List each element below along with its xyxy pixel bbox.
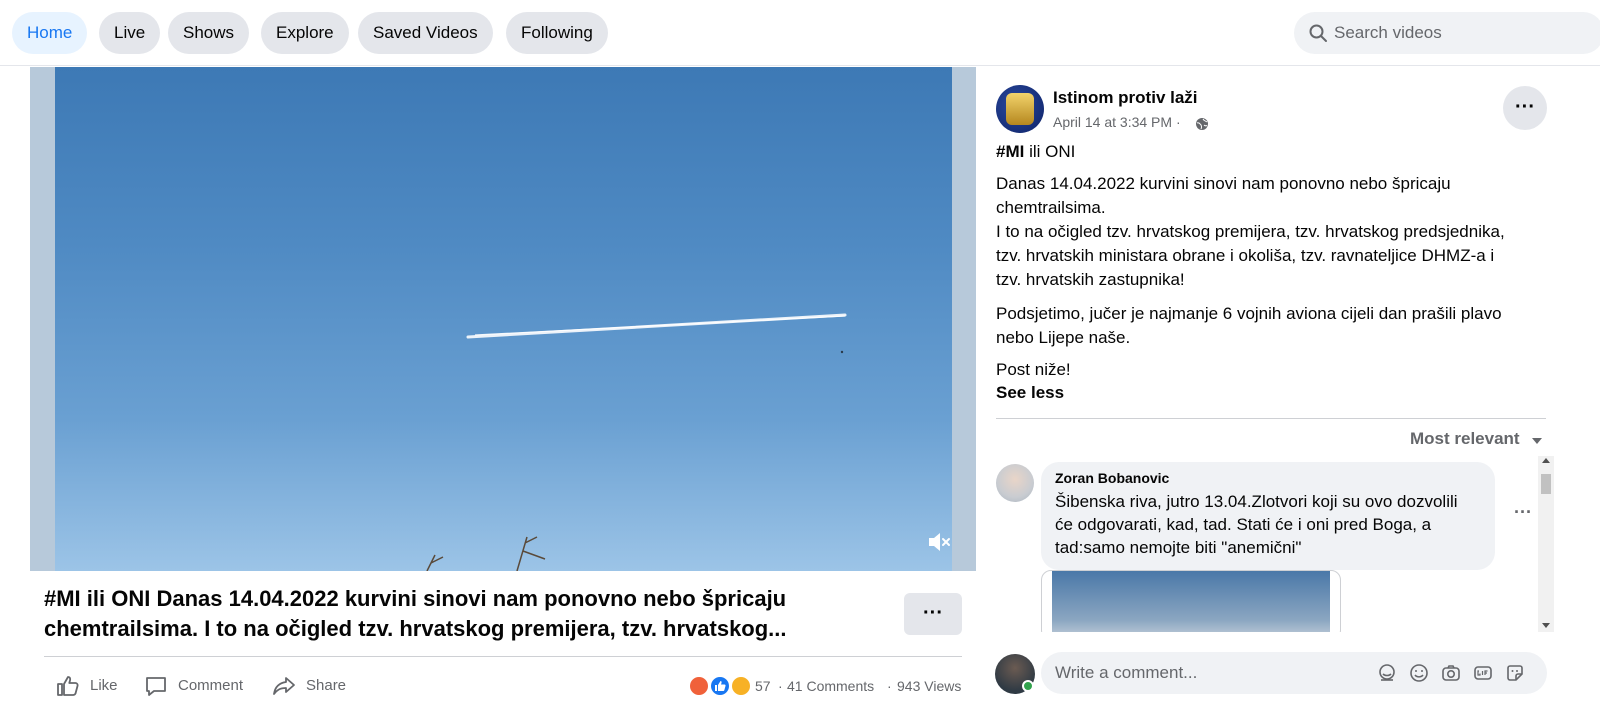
post-text-line: tzv. hrvatskih ministara obrane i okoliš… xyxy=(996,246,1495,265)
video-more-button[interactable]: ··· xyxy=(904,593,962,635)
like-label: Like xyxy=(90,677,118,694)
comment-text-line: tad:samo nemojte biti "anemični" xyxy=(1055,538,1302,557)
video-player[interactable] xyxy=(30,67,976,571)
divider xyxy=(996,418,1546,419)
page-avatar[interactable] xyxy=(996,85,1044,133)
comment-bubble: Zoran Bobanovic Šibenska riva, jutro 13.… xyxy=(1041,462,1495,570)
avatar[interactable] xyxy=(996,464,1034,502)
views-count: 943 Views xyxy=(897,678,962,694)
post-text-line: Danas 14.04.2022 kurvini sinovi nam pono… xyxy=(996,174,1451,193)
post-paragraph-3: Post niže! xyxy=(996,360,1071,379)
see-less-link[interactable]: See less xyxy=(996,381,1064,405)
video-title-line-1: #MI ili ONI Danas 14.04.2022 kurvini sin… xyxy=(44,586,787,611)
search-placeholder: Search videos xyxy=(1334,23,1442,42)
comments-scrollbar[interactable] xyxy=(1538,456,1554,632)
tab-following[interactable]: Following xyxy=(506,12,608,54)
scroll-down-arrow-icon[interactable] xyxy=(1542,623,1550,628)
share-icon xyxy=(273,677,295,695)
globe-icon xyxy=(1196,118,1208,130)
post-text-line: tzv. hrvatskih zastupnika! xyxy=(996,270,1185,289)
comment-photo xyxy=(1052,571,1330,632)
like-reaction-thumb xyxy=(715,681,726,691)
page-name[interactable]: Istinom protiv laži xyxy=(1053,88,1198,108)
video-title: #MI ili ONI Danas 14.04.2022 kurvini sin… xyxy=(44,584,864,644)
tab-explore[interactable]: Explore xyxy=(261,12,349,54)
reactions-count[interactable]: 57 xyxy=(755,671,771,701)
post-paragraph-1: Danas 14.04.2022 kurvini sinovi nam pono… xyxy=(996,172,1556,292)
online-status-dot xyxy=(1022,680,1034,692)
comment-image[interactable] xyxy=(1041,570,1341,632)
post-more-button[interactable]: ··· xyxy=(1503,86,1547,130)
scroll-thumb[interactable] xyxy=(1541,474,1551,494)
comment-text: Šibenska riva, jutro 13.04.Zlotvori koji… xyxy=(1055,490,1485,559)
comments-list[interactable]: Zoran Bobanovic Šibenska riva, jutro 13.… xyxy=(994,456,1560,632)
video-frame[interactable] xyxy=(55,67,952,571)
post-timestamp[interactable]: April 14 at 3:34 PM · xyxy=(1053,114,1181,130)
hashtag-rest: ili ONI xyxy=(1024,142,1076,161)
comment-icon xyxy=(146,677,166,696)
stats-separator: · xyxy=(887,678,892,694)
emoji-icon[interactable] xyxy=(1409,663,1429,683)
avatar-sticker-icon[interactable] xyxy=(1377,663,1397,683)
post-text-line: I to na očigled tzv. hrvatskog premijera… xyxy=(996,222,1505,241)
share-label: Share xyxy=(306,677,347,694)
tab-shows[interactable]: Shows xyxy=(168,12,250,54)
comment-text-line: Šibenska riva, jutro 13.04.Zlotvori koji… xyxy=(1055,492,1458,511)
like-reaction-icon xyxy=(709,675,731,697)
scroll-up-arrow-icon[interactable] xyxy=(1542,458,1550,463)
sad-reaction-icon xyxy=(730,675,752,697)
search-icon xyxy=(1309,24,1327,42)
camera-icon[interactable] xyxy=(1441,663,1461,683)
sticker-icon[interactable] xyxy=(1505,663,1525,683)
tab-saved-videos[interactable]: Saved Videos xyxy=(358,12,493,54)
angry-reaction-icon xyxy=(688,675,710,697)
chevron-down-icon[interactable] xyxy=(1531,436,1543,446)
write-comment-input[interactable]: Write a comment... xyxy=(1041,652,1547,694)
gif-icon[interactable] xyxy=(1473,663,1493,683)
post-hashtag-line: #MI ili ONI xyxy=(996,140,1556,164)
tab-home[interactable]: Home xyxy=(12,12,88,54)
divider xyxy=(44,656,962,657)
sky-contrail-scene xyxy=(426,313,847,571)
post-paragraph-2: Podsjetimo, jučer je najmanje 6 vojnih a… xyxy=(996,302,1556,350)
comment-placeholder: Write a comment... xyxy=(1055,663,1198,682)
search-videos-input[interactable]: Search videos xyxy=(1294,12,1600,54)
thumbs-up-icon xyxy=(57,676,79,696)
comment-label: Comment xyxy=(178,677,244,694)
tab-live[interactable]: Live xyxy=(99,12,161,54)
comment-author[interactable]: Zoran Bobanovic xyxy=(1055,470,1169,486)
hashtag-link[interactable]: #MI xyxy=(996,142,1024,161)
mute-icon[interactable] xyxy=(926,529,952,555)
comment-sort-dropdown[interactable]: Most relevant xyxy=(1410,429,1520,449)
comment-more-button[interactable]: ··· xyxy=(1514,502,1532,523)
page-logo xyxy=(1006,93,1034,125)
stats-separator: · xyxy=(778,678,783,694)
comment-text-line: će odgovarati, kad, tad. Stati će i oni … xyxy=(1055,515,1432,534)
comments-count[interactable]: 41 Comments xyxy=(787,671,874,701)
video-top-nav: Home Live Shows Explore Saved Videos Fol… xyxy=(0,0,1600,66)
video-title-line-2: chemtrailsima. I to na očigled tzv. hrva… xyxy=(44,616,787,641)
post-text-line: nebo Lijepe naše. xyxy=(996,328,1131,347)
post-text-line: chemtrailsima. xyxy=(996,198,1106,217)
post-text-line: Podsjetimo, jučer je najmanje 6 vojnih a… xyxy=(996,304,1502,323)
